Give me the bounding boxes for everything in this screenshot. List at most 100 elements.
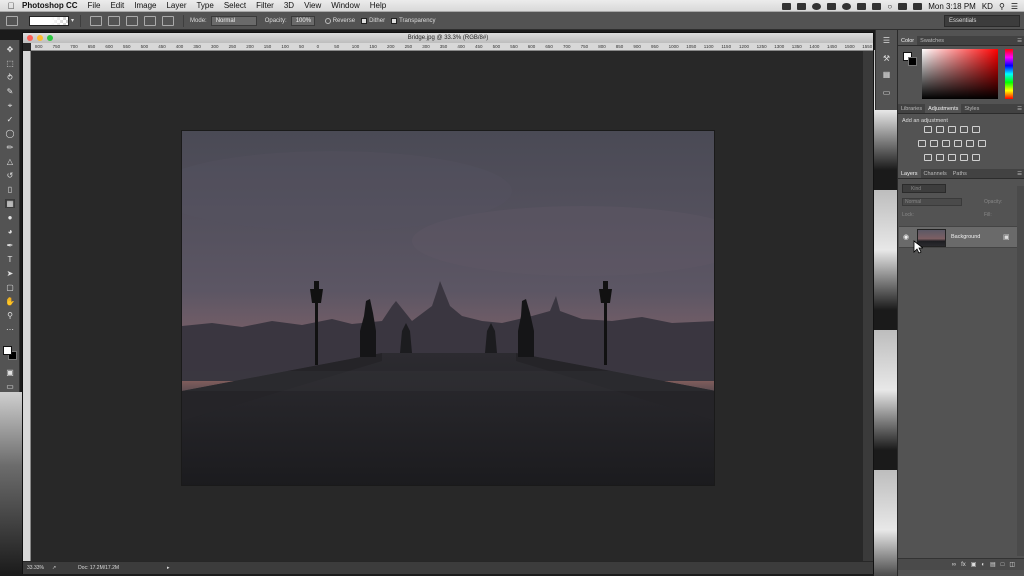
apple-icon[interactable]: 	[0, 1, 22, 11]
linear-gradient-icon[interactable]	[90, 15, 103, 26]
screen-mode-icon[interactable]: ▭	[5, 382, 15, 391]
mode-select[interactable]: Normal	[210, 15, 257, 26]
dodge-tool-icon[interactable]: ◕	[5, 227, 15, 236]
tab-swatches[interactable]: Swatches	[917, 36, 947, 45]
add-mask-icon[interactable]: ▣	[971, 561, 977, 568]
brightness-icon[interactable]	[924, 126, 932, 133]
gradient-tool-icon[interactable]: ▦	[5, 199, 15, 208]
clone-stamp-tool-icon[interactable]: △	[5, 157, 15, 166]
volume-icon[interactable]	[898, 2, 908, 10]
healing-brush-tool-icon[interactable]: ◯	[5, 129, 15, 138]
panel-menu-icon[interactable]: ☰	[1017, 36, 1024, 45]
lock-icon[interactable]: ▣	[1003, 233, 1010, 241]
export-icon[interactable]: ↗	[52, 565, 56, 571]
background-color-swatch[interactable]	[908, 57, 917, 66]
horizontal-ruler[interactable]: 800 750 700 650 600 550 500 450 400 350 300 250 200 1…	[31, 43, 873, 51]
diamond-gradient-icon[interactable]	[162, 15, 175, 26]
zoom-level[interactable]: 33.33%	[27, 565, 44, 571]
panel-menu-icon[interactable]: ☰	[1017, 104, 1024, 113]
tab-libraries[interactable]: Libraries	[898, 104, 925, 113]
selective-color-icon[interactable]	[972, 154, 980, 161]
vertical-scrollbar[interactable]	[863, 51, 873, 561]
lasso-tool-icon[interactable]: ⥁	[5, 73, 15, 82]
zoom-tool-icon[interactable]: ⚲	[5, 311, 15, 320]
screen-icon[interactable]	[797, 2, 807, 10]
tab-layers[interactable]: Layers	[898, 169, 921, 178]
radial-gradient-icon[interactable]	[108, 15, 121, 26]
quick-select-tool-icon[interactable]: ✎	[5, 87, 15, 96]
black-white-icon[interactable]	[942, 140, 950, 147]
threshold-icon[interactable]	[948, 154, 956, 161]
dropbox-icon[interactable]	[827, 2, 837, 10]
transparency-checkbox[interactable]	[391, 17, 398, 24]
menu-type[interactable]: Type	[196, 1, 213, 10]
menu-layer[interactable]: Layer	[166, 1, 186, 10]
app-icon[interactable]	[857, 2, 867, 10]
menu-select[interactable]: Select	[224, 1, 246, 10]
eraser-tool-icon[interactable]: ▯	[5, 185, 15, 194]
vertical-ruler[interactable]	[23, 51, 31, 561]
gradient-preview[interactable]	[29, 15, 69, 26]
time-machine-icon[interactable]	[872, 2, 882, 10]
layers-scrollbar[interactable]	[1017, 186, 1024, 556]
link-layers-icon[interactable]: ∞	[952, 562, 956, 568]
zoom-button[interactable]	[47, 35, 53, 41]
blur-tool-icon[interactable]: ●	[5, 213, 15, 222]
tab-color[interactable]: Color	[898, 36, 918, 45]
cloud-icon[interactable]	[842, 2, 852, 10]
menu-window[interactable]: Window	[331, 1, 359, 10]
reverse-checkbox[interactable]	[324, 17, 331, 24]
video-icon[interactable]	[782, 2, 792, 10]
move-tool-icon[interactable]: ✥	[5, 45, 15, 54]
eyedropper-tool-icon[interactable]: ✓	[5, 115, 15, 124]
photo-filter-icon[interactable]	[954, 140, 962, 147]
adjustment-layer-icon[interactable]: ◐	[981, 562, 985, 568]
foreground-color-swatch[interactable]	[3, 346, 12, 355]
pen-tool-icon[interactable]: ✒	[5, 241, 15, 250]
panel-menu-icon[interactable]: ☰	[1017, 169, 1024, 178]
exposure-icon[interactable]	[960, 126, 968, 133]
layer-filter-select[interactable]: Kind	[902, 184, 946, 193]
path-selection-tool-icon[interactable]: ➤	[5, 269, 15, 278]
bridge-photo[interactable]	[181, 130, 715, 486]
hand-tool-icon[interactable]: ✋	[5, 297, 15, 306]
posterize-icon[interactable]	[936, 154, 944, 161]
color-picker-field[interactable]	[922, 49, 998, 99]
gradient-dropdown-icon[interactable]: ▾	[71, 17, 74, 24]
tab-adjustments[interactable]: Adjustments	[925, 104, 962, 113]
new-layer-icon[interactable]: □	[1001, 562, 1005, 568]
brush-presets-icon[interactable]: ▦	[881, 70, 892, 80]
tab-styles[interactable]: Styles	[961, 104, 982, 113]
levels-icon[interactable]	[936, 126, 944, 133]
layer-name[interactable]: Background	[951, 234, 980, 240]
quick-mask-icon[interactable]: ▣	[5, 368, 15, 377]
blend-mode-select[interactable]: Normal	[902, 198, 962, 206]
menu-file[interactable]: File	[88, 1, 101, 10]
history-brush-tool-icon[interactable]: ↺	[5, 171, 15, 180]
crop-tool-icon[interactable]: ⌖	[5, 101, 15, 110]
app-menu[interactable]: Photoshop CC	[22, 1, 78, 10]
opacity-field[interactable]: 100%	[290, 15, 315, 26]
visibility-eye-icon[interactable]: ◉	[903, 233, 909, 241]
reflected-gradient-icon[interactable]	[144, 15, 157, 26]
invert-icon[interactable]	[924, 154, 932, 161]
wifi-icon[interactable]: ○	[887, 2, 892, 11]
tab-paths[interactable]: Paths	[950, 169, 970, 178]
menu-filter[interactable]: Filter	[256, 1, 274, 10]
type-tool-icon[interactable]: T	[5, 255, 15, 264]
document-title-bar[interactable]: Bridge.jpg @ 33.3% (RGB/8#)	[23, 33, 873, 43]
clock[interactable]: Mon 3:18 PM	[928, 2, 976, 11]
gradient-map-icon[interactable]	[960, 154, 968, 161]
status-menu-icon[interactable]: ▸	[167, 565, 170, 571]
properties-icon[interactable]: ⚒	[881, 54, 892, 64]
hue-saturation-icon[interactable]	[918, 140, 926, 147]
rectangle-tool-icon[interactable]: ▢	[5, 283, 15, 292]
doc-size[interactable]: Doc: 17.2M/17.2M	[78, 565, 119, 571]
search-icon[interactable]: ⚲	[999, 2, 1005, 11]
user-name[interactable]: KD	[982, 2, 993, 11]
vibrance-icon[interactable]	[972, 126, 980, 133]
clone-source-icon[interactable]: ▭	[881, 88, 892, 98]
minimize-button[interactable]	[37, 35, 43, 41]
history-icon[interactable]: ☰	[881, 36, 892, 46]
hue-slider[interactable]	[1005, 49, 1013, 99]
